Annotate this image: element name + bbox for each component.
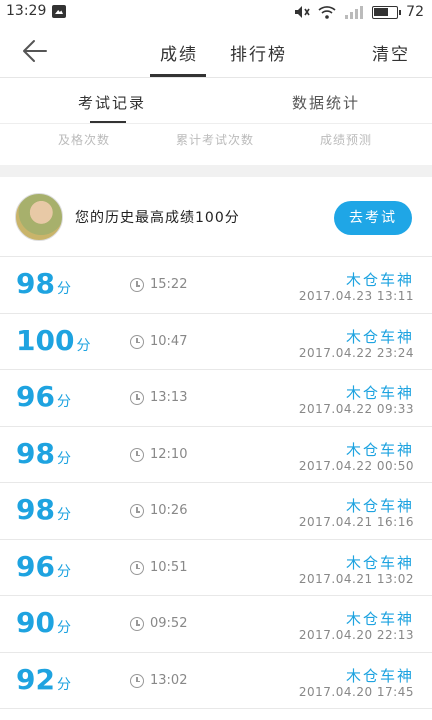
exam-duration: 10:26 (150, 503, 188, 518)
exam-datetime: 2017.04.21 13:02 (298, 571, 414, 586)
exam-duration: 09:52 (150, 616, 188, 631)
rank-title: 木仓车神 (345, 327, 414, 346)
exam-duration: 13:02 (150, 672, 188, 688)
rank-title: 木仓车神 (345, 384, 414, 402)
rank-title: 木仓车神 (345, 497, 414, 515)
score-unit: 分 (56, 507, 71, 523)
clock-icon (130, 278, 144, 292)
list-item[interactable]: 96 分 10:51 木仓车神 2017.04.21 13:02 (0, 539, 432, 596)
clock-icon (130, 673, 144, 688)
rank-title: 木仓车神 (345, 610, 414, 628)
signal-icon (345, 6, 364, 19)
active-tab-indicator (150, 74, 206, 77)
exam-record-list: 98 分 15:22 木仓车神 2017.04.23 13:11 100 分 10:47 木仓车… (0, 257, 432, 709)
stats-labels-row: 及格次数 累计考试次数 成绩预测 (0, 125, 432, 165)
exam-datetime: 2017.04.22 09:33 (298, 402, 414, 416)
score-unit: 分 (56, 450, 71, 467)
avatar (15, 193, 63, 241)
score-unit: 分 (56, 281, 71, 297)
score-value: 96 分 (16, 380, 71, 413)
top-nav: 成绩 排行榜 清空 (0, 24, 432, 78)
rank-title: 木仓车神 (345, 440, 414, 459)
status-time: 13:29 (6, 3, 47, 19)
tab-data-statistics[interactable]: 数据统计 (292, 92, 360, 113)
score-unit: 分 (56, 676, 71, 693)
clock-icon (130, 391, 144, 405)
mute-icon (295, 6, 310, 18)
clock-icon (130, 504, 144, 518)
clear-button[interactable]: 清空 (372, 40, 410, 65)
status-bar: 13:29 72 (0, 0, 432, 24)
list-item[interactable]: 98 分 10:26 木仓车神 2017.04.21 16:16 (0, 483, 432, 540)
exam-duration: 10:47 (150, 333, 188, 349)
score-value: 98 分 (16, 267, 71, 300)
exam-duration: 15:22 (150, 277, 188, 292)
exam-datetime: 2017.04.20 22:13 (298, 628, 414, 642)
battery-percent: 72 (406, 4, 424, 20)
score-unit: 分 (56, 563, 71, 580)
gallery-notification-icon (52, 5, 66, 18)
active-subtab-indicator (90, 121, 126, 123)
rank-title: 木仓车神 (345, 553, 414, 572)
exam-duration: 12:10 (150, 446, 188, 462)
pass-count-label: 及格次数 (58, 133, 111, 147)
score-value: 98 分 (16, 493, 71, 526)
exam-datetime: 2017.04.23 13:11 (298, 289, 414, 303)
score-unit: 分 (56, 394, 71, 410)
exam-datetime: 2017.04.22 23:24 (298, 345, 414, 360)
score-value: 96 分 (16, 550, 71, 583)
wifi-icon (318, 6, 336, 19)
score-value: 98 分 (16, 437, 71, 470)
list-item[interactable]: 96 分 13:13 木仓车神 2017.04.22 09:33 (0, 370, 432, 427)
take-exam-button[interactable]: 去考试 (334, 201, 412, 235)
total-exams-label: 累计考试次数 (176, 133, 255, 147)
status-icons: 72 (294, 3, 424, 21)
clock-icon (130, 617, 144, 631)
score-number: 98 (16, 493, 55, 526)
tab-scores[interactable]: 成绩 (160, 40, 198, 65)
score-number: 90 (16, 606, 55, 639)
score-number: 98 (16, 267, 55, 300)
sub-tabs: 考试记录 数据统计 (0, 79, 432, 124)
score-number: 92 (16, 662, 55, 696)
section-divider (0, 165, 432, 177)
battery-icon (372, 5, 402, 19)
score-value: 90 分 (16, 606, 71, 639)
best-score-text: 您的历史最高成绩100分 (75, 210, 240, 226)
list-item[interactable]: 100 分 10:47 木仓车神 2017.04.22 23:24 (0, 313, 432, 370)
score-number: 98 (16, 436, 55, 470)
list-item[interactable]: 92 分 13:02 木仓车神 2017.04.20 17:45 (0, 652, 432, 709)
clock-icon (130, 447, 144, 462)
clock-icon (130, 560, 144, 575)
tab-leaderboard[interactable]: 排行榜 (230, 40, 287, 65)
clock-icon (130, 334, 144, 349)
tab-exam-records[interactable]: 考试记录 (78, 92, 146, 113)
list-item[interactable]: 98 分 12:10 木仓车神 2017.04.22 00:50 (0, 426, 432, 483)
exam-duration: 13:13 (150, 390, 188, 405)
score-value: 92 分 (16, 663, 71, 696)
score-number: 96 (16, 549, 55, 583)
exam-datetime: 2017.04.21 16:16 (298, 515, 414, 529)
score-unit: 分 (56, 620, 71, 636)
score-value: 100 分 (16, 324, 90, 357)
arrow-left-icon[interactable] (22, 38, 48, 64)
exam-datetime: 2017.04.22 00:50 (298, 458, 414, 473)
score-prediction-label: 成绩预测 (320, 133, 373, 147)
exam-duration: 10:51 (150, 559, 188, 575)
best-score-panel: 您的历史最高成绩100分 去考试 (0, 177, 432, 257)
rank-title: 木仓车神 (345, 271, 414, 289)
score-number: 100 (16, 323, 75, 357)
score-number: 96 (16, 380, 55, 413)
exam-datetime: 2017.04.20 17:45 (298, 684, 414, 699)
rank-title: 木仓车神 (345, 666, 414, 685)
list-item[interactable]: 98 分 15:22 木仓车神 2017.04.23 13:11 (0, 257, 432, 314)
list-item[interactable]: 90 分 09:52 木仓车神 2017.04.20 22:13 (0, 596, 432, 653)
score-unit: 分 (76, 337, 91, 354)
